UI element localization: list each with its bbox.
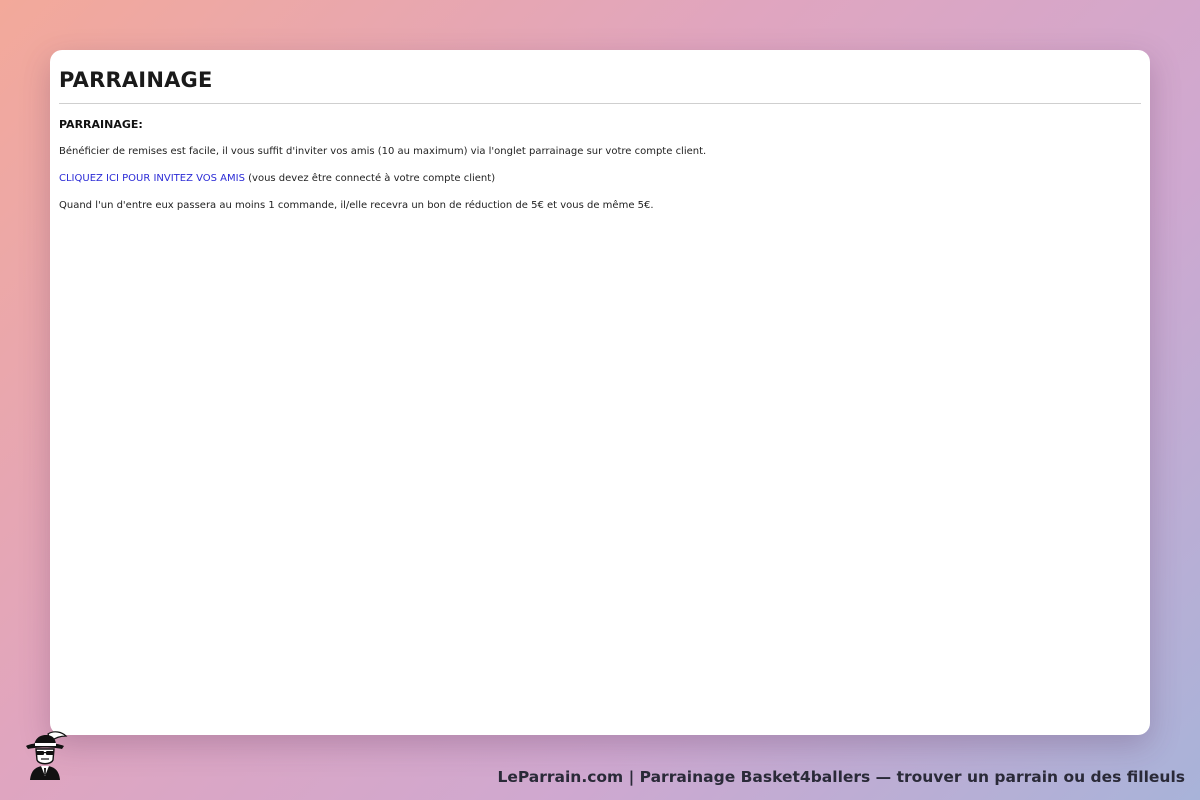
invite-friends-link[interactable]: CLIQUEZ ICI POUR INVITEZ VOS AMIS [59, 173, 245, 184]
reward-paragraph: Quand l'un d'entre eux passera au moins … [59, 200, 654, 211]
content-card: PARRAINAGE PARRAINAGE: Bénéficier de rem… [50, 50, 1150, 735]
article-body: PARRAINAGE: Bénéficier de remises est fa… [59, 118, 1141, 213]
section-heading: PARRAINAGE: [59, 118, 143, 131]
page-title: PARRAINAGE [59, 68, 213, 92]
intro-paragraph: Bénéficier de remises est facile, il vou… [59, 146, 707, 157]
mafia-godfather-logo-icon[interactable] [18, 728, 70, 784]
invite-note: (vous devez être connecté à votre compte… [244, 173, 496, 184]
title-divider [59, 103, 1141, 104]
footer-caption: LeParrain.com | Parrainage Basket4baller… [497, 768, 1185, 786]
invite-paragraph: CLIQUEZ ICI POUR INVITEZ VOS AMIS (vous … [59, 172, 1141, 186]
